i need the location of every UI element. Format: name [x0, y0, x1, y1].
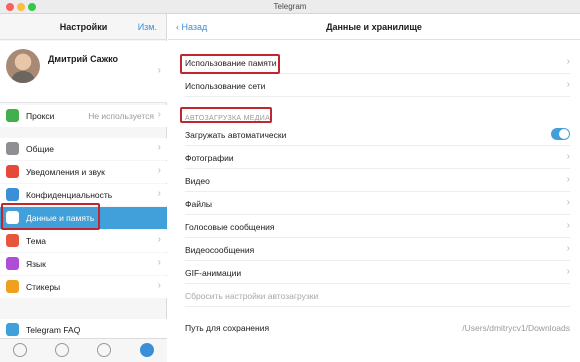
sidebar-item-notifications[interactable]: Уведомления и звук › [0, 161, 167, 183]
sidebar-item-label: Общие [26, 144, 54, 154]
sidebar-item-general[interactable]: Общие › [0, 138, 167, 160]
chevron-right-icon: › [157, 165, 161, 176]
highlight-box [180, 54, 280, 74]
media-video-row[interactable]: Видео › [185, 170, 570, 192]
chevron-right-icon: › [566, 151, 570, 162]
chevron-right-icon: › [157, 109, 161, 120]
network-usage-row[interactable]: Использование сети › [185, 75, 570, 97]
bell-icon [6, 165, 19, 178]
sidebar-item-language[interactable]: Язык › [0, 253, 167, 275]
media-type-label: Голосовые сообщения [185, 222, 275, 232]
save-path-value: /Users/dmitrycv1/Downloads [462, 323, 570, 333]
media-photos-row[interactable]: Фотографии › [185, 147, 570, 169]
faq-icon [6, 323, 19, 336]
media-gif-row[interactable]: GIF-анимации › [185, 262, 570, 284]
chevron-right-icon: › [157, 257, 161, 268]
highlight-box [180, 107, 272, 123]
sidebar-item-label: Прокси [26, 111, 55, 121]
chevron-right-icon: › [157, 142, 161, 153]
sidebar-item-label: Тема [26, 236, 47, 246]
profile-row[interactable]: Дмитрий Сажко › [0, 41, 167, 103]
network-usage-label: Использование сети [185, 81, 266, 91]
auto-download-toggle[interactable] [551, 128, 570, 140]
highlight-box [1, 203, 100, 230]
auto-download-row: Загружать автоматически [185, 124, 570, 146]
sidebar-item-label: Telegram FAQ [26, 325, 81, 335]
title-bar: Telegram [0, 0, 580, 14]
chevron-right-icon: › [157, 188, 161, 199]
media-type-label: Файлы [185, 199, 213, 209]
media-type-label: Видео [185, 176, 210, 186]
media-type-label: Видеосообщения [185, 245, 255, 255]
sidebar-header: Настройки Изм. [0, 14, 167, 40]
media-type-label: GIF-анимации [185, 268, 242, 278]
page-title: Данные и хранилище [326, 22, 422, 32]
chevron-right-icon: › [566, 174, 570, 185]
chevron-right-icon: › [157, 280, 161, 291]
avatar [6, 49, 40, 83]
sticker-icon [6, 280, 19, 293]
chevron-right-icon: › [566, 56, 570, 67]
profile-name: Дмитрий Сажко [48, 54, 118, 64]
palette-icon [6, 234, 19, 247]
sidebar-item-label: Конфиденциальность [26, 190, 113, 200]
media-files-row[interactable]: Файлы › [185, 193, 570, 215]
sidebar-item-theme[interactable]: Тема › [0, 230, 167, 252]
sidebar-item-label: Язык [26, 259, 46, 269]
chevron-right-icon: › [566, 243, 570, 254]
reset-autodownload-label: Сбросить настройки автозагрузки [185, 291, 319, 301]
bottom-nav [0, 338, 167, 362]
sidebar-item-label: Уведомления и звук [26, 167, 105, 177]
save-path-label: Путь для сохранения [185, 323, 270, 333]
chats-icon[interactable] [97, 343, 111, 357]
proxy-status: Не используется [88, 111, 154, 121]
media-videomessages-row[interactable]: Видеосообщения › [185, 239, 570, 261]
settings-icon[interactable] [140, 343, 154, 357]
edit-button[interactable]: Изм. [138, 22, 157, 32]
contacts-icon[interactable] [13, 343, 27, 357]
chevron-right-icon: › [566, 220, 570, 231]
chevron-right-icon: › [157, 234, 161, 245]
chevron-right-icon: › [566, 197, 570, 208]
settings-sidebar: Настройки Изм. Дмитрий Сажко › Прокси Не… [0, 14, 167, 362]
chevron-right-icon: › [566, 266, 570, 277]
calls-icon[interactable] [55, 343, 69, 357]
chevron-right-icon: › [157, 65, 161, 76]
media-voice-row[interactable]: Голосовые сообщения › [185, 216, 570, 238]
reset-autodownload-row[interactable]: Сбросить настройки автозагрузки [185, 285, 570, 307]
lock-icon [6, 188, 19, 201]
globe-icon [6, 257, 19, 270]
auto-download-label: Загружать автоматически [185, 130, 287, 140]
chevron-right-icon: › [566, 79, 570, 90]
sidebar-item-label: Стикеры [26, 282, 61, 292]
shield-icon [6, 109, 19, 122]
gear-icon [6, 142, 19, 155]
panel-header: ‹ Назад Данные и хранилище [168, 14, 580, 40]
sidebar-item-stickers[interactable]: Стикеры › [0, 276, 167, 298]
save-path-row[interactable]: Путь для сохранения /Users/dmitrycv1/Dow… [185, 317, 570, 339]
media-type-label: Фотографии [185, 153, 234, 163]
sidebar-item-proxy[interactable]: Прокси Не используется › [0, 105, 167, 127]
window-title: Telegram [273, 2, 307, 11]
